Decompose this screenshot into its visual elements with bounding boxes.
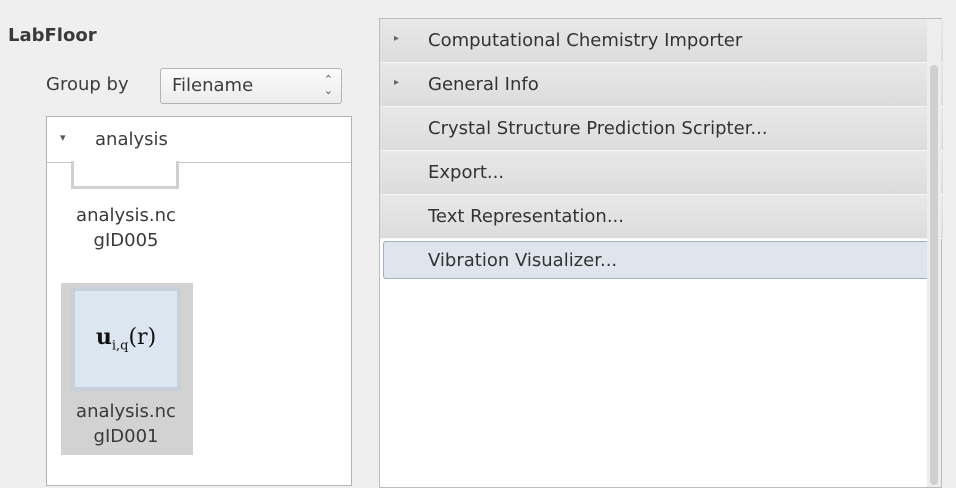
tree-item-filename: analysis.nc [76,205,176,226]
vibration-math-icon: ui,q(r) [71,287,181,391]
collapse-arrow-icon[interactable]: ▾ [60,131,66,144]
panel-title: LabFloor [8,25,97,46]
labfloor-panel: LabFloor Group by Filename ⌃ ⌄ ▾ analysis… [0,0,370,486]
plugin-crystal-structure-prediction-scripter[interactable]: Crystal Structure Prediction Scripter... [380,107,943,151]
plugin-label: Crystal Structure Prediction Scripter... [428,118,768,139]
plugin-label: General Info [428,74,539,95]
plugin-label: Vibration Visualizer... [428,250,618,271]
scrollbar-thumb[interactable] [930,65,938,485]
group-by-select[interactable]: Filename ⌃ ⌄ [160,68,342,104]
tree-group-header[interactable]: ▾ analysis [47,117,351,163]
plugin-vibration-visualizer[interactable]: Vibration Visualizer... [383,241,940,279]
expand-arrow-icon[interactable]: ▸ [394,77,399,88]
math-argument: (r) [128,325,157,351]
plugin-label: Export... [428,162,505,183]
plugin-label: Text Representation... [428,206,624,227]
tree-item-gid001[interactable]: ui,q(r) analysis.nc gID001 [61,283,193,455]
math-subscript: i,q [111,338,129,354]
plugin-list: ▸ Computational Chemistry Importer ▸ Gen… [380,19,943,279]
updown-arrows-icon: ⌃ ⌄ [323,73,333,97]
plugin-list-panel: ▸ Computational Chemistry Importer ▸ Gen… [379,18,943,488]
vertical-scrollbar[interactable] [927,19,941,487]
group-by-label: Group by [46,74,129,95]
math-symbol: u [95,324,112,351]
expand-arrow-icon[interactable]: ▸ [394,33,399,44]
file-tree[interactable]: ▾ analysis analysis.nc gID005 ui,q(r) an… [46,116,352,486]
tree-item-id: gID005 [93,230,159,251]
plugin-label: Computational Chemistry Importer [428,30,743,51]
plugin-export[interactable]: Export... [380,151,943,195]
tree-group-label: analysis [95,129,168,150]
blank-thumbnail-icon[interactable] [71,161,179,189]
tree-item-caption: analysis.nc gID001 [47,399,205,449]
tree-item-filename: analysis.nc [76,401,176,422]
plugin-computational-chemistry-importer[interactable]: ▸ Computational Chemistry Importer [380,19,943,63]
tree-item-gid005[interactable]: analysis.nc gID005 [47,203,205,253]
plugin-text-representation[interactable]: Text Representation... [380,195,943,239]
group-by-value: Filename [172,75,254,96]
tree-item-id: gID001 [93,426,159,447]
plugin-general-info[interactable]: ▸ General Info [380,63,943,107]
